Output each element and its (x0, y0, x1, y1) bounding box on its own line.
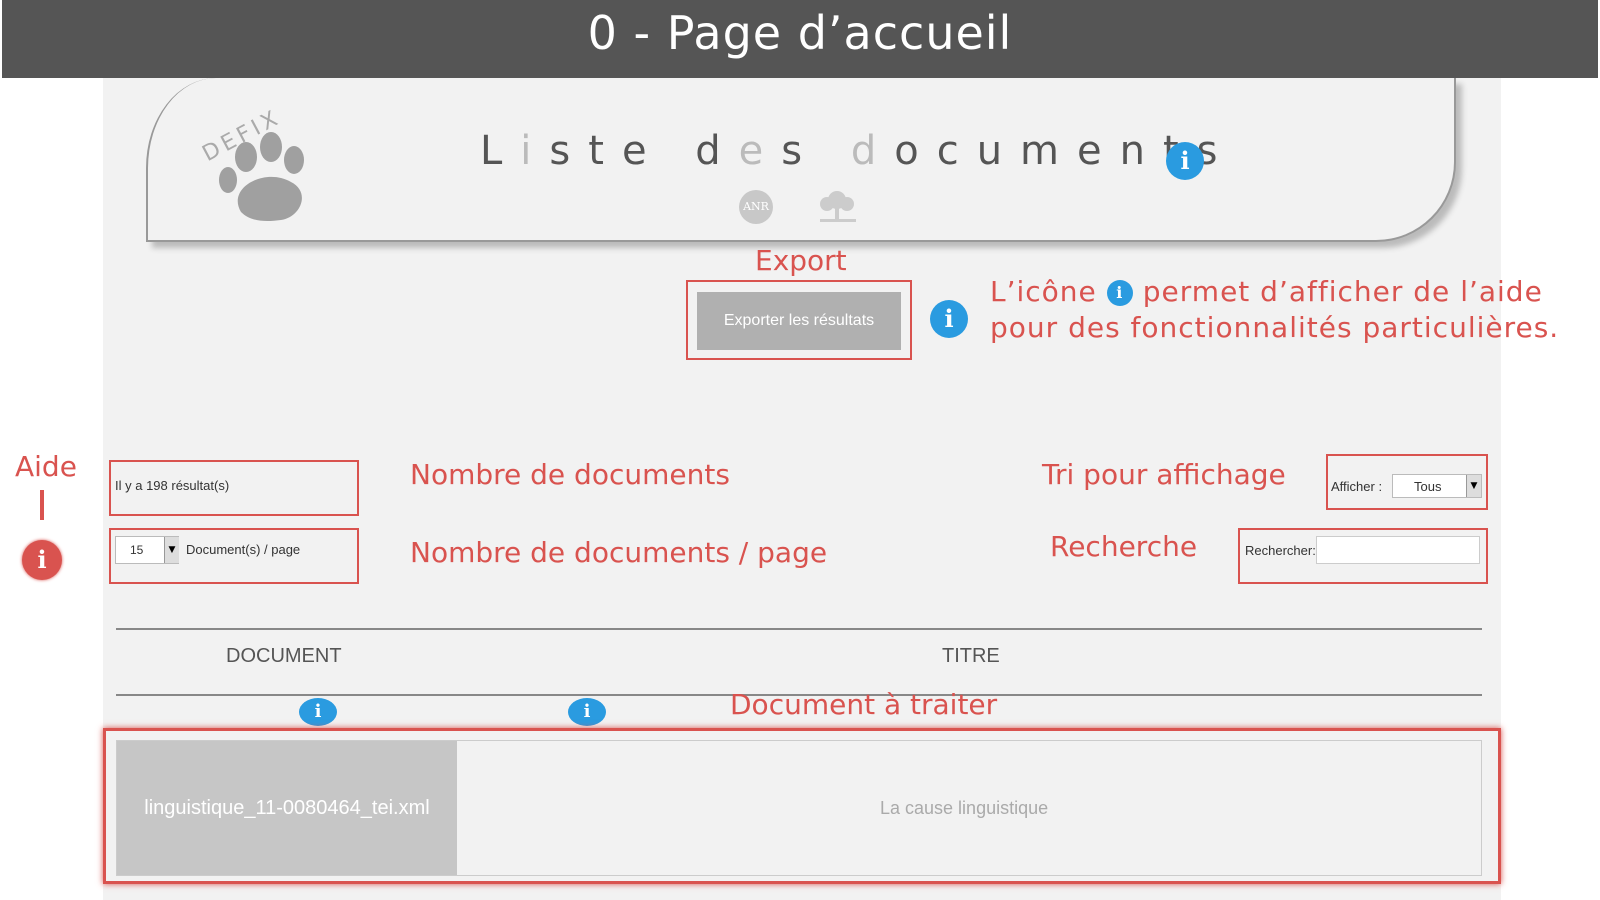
export-results-button[interactable]: Exporter les résultats (697, 292, 901, 350)
sort-annotation: Tri pour affichage (1042, 458, 1286, 491)
perpage-value: 15 (130, 543, 144, 557)
page-title-part: s (781, 128, 851, 174)
anr-logo: ANR (739, 190, 773, 224)
help-explanation: L’icône i permet d’afficher de l’aide pour… (990, 274, 1559, 346)
chevron-down-icon[interactable]: ▼ (164, 537, 179, 563)
export-info-icon[interactable]: i (930, 300, 968, 338)
export-annotation: Export (755, 244, 847, 277)
column-header-titre[interactable]: TITRE (942, 645, 1000, 668)
tree-logo-icon (820, 191, 856, 222)
document-info-icon[interactable]: i (299, 698, 337, 726)
page-title-part: d (695, 128, 739, 174)
document-todo-annotation: Document à traiter (730, 688, 998, 721)
sort-label: Afficher : (1331, 479, 1383, 494)
titre-cell[interactable]: La cause linguistique (880, 798, 1048, 819)
titre-info-icon[interactable]: i (568, 698, 606, 726)
page-title-part: i (520, 128, 550, 174)
page-title-part: L (480, 128, 521, 174)
search-annotation: Recherche (1050, 530, 1198, 563)
search-input[interactable] (1316, 536, 1480, 564)
perpage-label: Document(s) / page (186, 542, 301, 557)
results-annotation: Nombre de documents (410, 458, 730, 491)
table-top-divider (116, 628, 1482, 630)
aide-info-icon: i (22, 540, 62, 580)
aide-connector (40, 490, 44, 520)
chevron-down-icon[interactable]: ▼ (1466, 475, 1481, 497)
defix-logo[interactable]: DEFIX (186, 92, 326, 232)
help-line1-after: permet d’afficher de l’aide (1142, 275, 1543, 308)
info-icon: i (1106, 280, 1133, 306)
page-title-part: d (850, 128, 895, 174)
document-cell[interactable]: linguistique_11-0080464_tei.xml (117, 741, 457, 875)
aide-annotation: Aide (15, 450, 77, 483)
page-title: Liste des documents (480, 128, 1236, 174)
perpage-annotation: Nombre de documents / page (410, 536, 828, 569)
page-title-part: e (738, 128, 782, 174)
help-line1-before: L’icône (990, 275, 1097, 308)
page-title-part: ste (549, 128, 696, 174)
search-label: Rechercher: (1245, 543, 1316, 558)
sort-value: Tous (1414, 479, 1442, 494)
column-header-document[interactable]: DOCUMENT (226, 645, 342, 668)
help-line2: pour des fonctionnalités particulières. (990, 311, 1560, 344)
results-count: Il y a 198 résultat(s) (115, 478, 230, 493)
header-info-icon[interactable]: i (1166, 142, 1204, 180)
banner-title: 0 - Page d’accueil (587, 6, 1013, 60)
